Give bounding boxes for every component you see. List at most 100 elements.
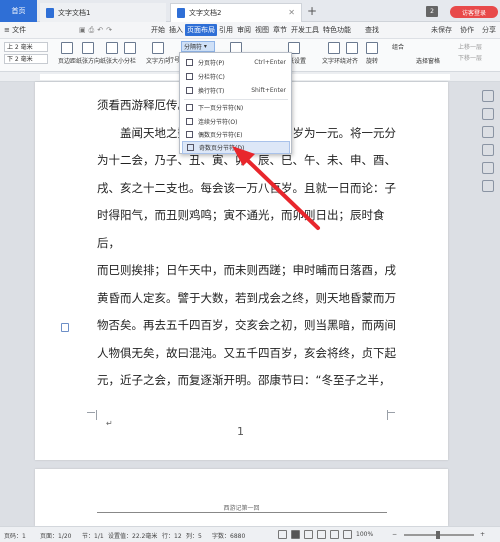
zoom-out-icon[interactable]: − [392,531,397,538]
menu-item-even-page-section[interactable]: 偶数页分节符(E) [182,128,290,141]
web-view-icon[interactable] [330,530,339,539]
status-setting[interactable]: 设置值：22.2毫米 [108,531,157,540]
menu-right-actions: 未保存 协作 分享 [431,25,496,35]
tab-document-2[interactable]: 文字文档2 ✕ [170,3,302,22]
close-icon[interactable]: ✕ [288,8,295,17]
menu-item-line-break[interactable]: 换行符(T) Shift+Enter [182,84,290,97]
columns-button[interactable]: 分栏 [124,42,136,65]
status-pages[interactable]: 页面：1/20 [40,531,71,540]
eye-protection-icon[interactable] [343,530,352,539]
page-break-icon [186,59,193,66]
selection-pane-button[interactable]: 选择窗格 [416,56,440,65]
align-label: 对齐 [346,58,359,65]
menu-page-layout[interactable]: 页面布局 [185,24,217,36]
margin-bottom-field[interactable]: 下 2 毫米 [4,54,48,64]
outline-view-icon[interactable] [304,530,313,539]
zoom-in-icon[interactable]: + [480,531,485,538]
paper-size-icon [106,42,118,54]
menu-item-column-break[interactable]: 分栏符(C) [182,70,290,83]
page-view-icon[interactable] [291,530,300,539]
columns-label: 分栏 [124,58,137,65]
breaks-dropdown[interactable]: 分隔符 ▾ [181,41,215,52]
menu-reference[interactable]: 引用 [217,25,235,35]
document-icon [177,8,185,18]
bring-forward-button[interactable]: 上移一层 [458,42,482,53]
spell-check-icon[interactable] [278,530,287,539]
quick-access-toolbar: ▣ ⎙ ↶ ↷ [79,26,149,35]
menu-view[interactable]: 视图 [253,25,271,35]
ribbon-group-arrange: 组合 [392,42,404,53]
shape-icon[interactable] [482,126,494,138]
select-icon[interactable] [482,108,494,120]
document-icon [46,7,54,18]
menu-start[interactable]: 开始 [149,25,167,35]
login-button[interactable]: 访客登录 [450,6,498,18]
menu-special[interactable]: 特色功能 [321,25,353,35]
collaborate-button[interactable]: 协作 [460,25,474,35]
style-icon[interactable] [482,90,494,102]
page-header: 西游记第一回 [223,505,260,512]
settings-icon[interactable] [482,180,494,192]
selection-pane-label: 选择窗格 [416,58,441,65]
menu-item-next-page-section[interactable]: 下一页分节符(N) [182,101,290,114]
menu-search[interactable]: 查找 [363,25,381,35]
new-tab-button[interactable]: + [307,4,317,18]
margin-fields: 上 2 毫米 下 2 毫米 [4,42,48,66]
tab-home[interactable]: 首页 [0,0,37,22]
menu-item-odd-page-section[interactable]: 奇数页分节符(D) [182,141,290,154]
orientation-button[interactable]: 纸张方向 [76,42,100,65]
redo-icon[interactable]: ↷ [106,26,112,35]
comment-marker-icon[interactable] [61,323,69,332]
status-words[interactable]: 字数：6880 [212,531,245,540]
menu-item-page-break[interactable]: 分页符(P) Ctrl+Enter [182,56,290,69]
print-icon[interactable]: ⎙ [89,26,95,35]
menu-insert[interactable]: 插入 [167,25,185,35]
text-direction-icon [152,42,164,54]
text-wrap-icon [328,42,340,54]
tab-document-1[interactable]: 文字文档1 [40,3,166,22]
section-break-icon [186,118,193,125]
margin-corner-mark [387,412,395,422]
zoom-slider-handle[interactable] [436,531,440,539]
text-direction-button[interactable]: 文字方向 [146,42,170,65]
status-section: 节：1/1 [82,533,104,540]
rotate-label: 旋转 [366,58,379,65]
section-break-icon [186,131,193,138]
orientation-icon [82,42,94,54]
menu-dev-tools[interactable]: 开发工具 [289,25,321,35]
group-button[interactable]: 组合 [392,42,404,53]
margin-top-field[interactable]: 上 2 毫米 [4,42,48,52]
paper-size-button[interactable]: 纸张大小 [100,42,124,65]
status-page[interactable]: 页码：1 [4,531,26,540]
menu-review[interactable]: 审阅 [235,25,253,35]
format-icon[interactable] [482,144,494,156]
save-icon[interactable]: ▣ [79,26,86,35]
undo-icon[interactable]: ↶ [97,26,103,35]
unsaved-status[interactable]: 未保存 [431,25,452,35]
menu-item-label: 分栏符(C) [198,74,225,81]
zoom-level[interactable]: 100% [356,531,373,538]
text-wrap-button[interactable]: 文字环绕 [322,42,346,65]
menu-item-continuous-section[interactable]: 连续分节符(O) [182,115,290,128]
document-page-2[interactable]: 西游记第一回 [35,469,448,526]
margins-button[interactable]: 页边距 [58,42,76,65]
text-line: 元，近子之会，而复逐渐开明。邵康节曰：“冬至子之半， [97,373,391,387]
status-bar: 页码：1 页面：1/20 节：1/1 设置值：22.2毫米 行：12 列：5 字… [0,526,500,542]
menu-item-label: 连续分节符(O) [198,119,238,126]
side-toolbar [480,90,496,192]
ribbon-group-layer: 上移一层 下移一层 [458,42,482,64]
align-button[interactable]: 对齐 [346,42,358,65]
page-number: 1 [237,425,244,438]
window-count-badge[interactable]: 2 [426,6,438,17]
read-view-icon[interactable] [317,530,326,539]
shortcut-label: Shift+Enter [251,87,286,94]
send-backward-button[interactable]: 下移一层 [458,53,482,64]
menu-chapter[interactable]: 章节 [271,25,289,35]
file-menu[interactable]: ≡ 文件 [4,25,79,35]
share-button[interactable]: 分享 [482,25,496,35]
navigation-icon[interactable] [482,162,494,174]
tab-bar: 首页 文字文档1 文字文档2 ✕ + 2 访客登录 [0,0,500,22]
text-line: 时得阳气，而丑则鸡鸣；寅不通光，而卯则日出；辰时食后， [97,208,385,250]
text-line: 而巳则挨排；日午天中，而未则西蹉；申时晡而日落酉，戌 [97,263,396,277]
rotate-button[interactable]: 旋转 [366,42,378,65]
